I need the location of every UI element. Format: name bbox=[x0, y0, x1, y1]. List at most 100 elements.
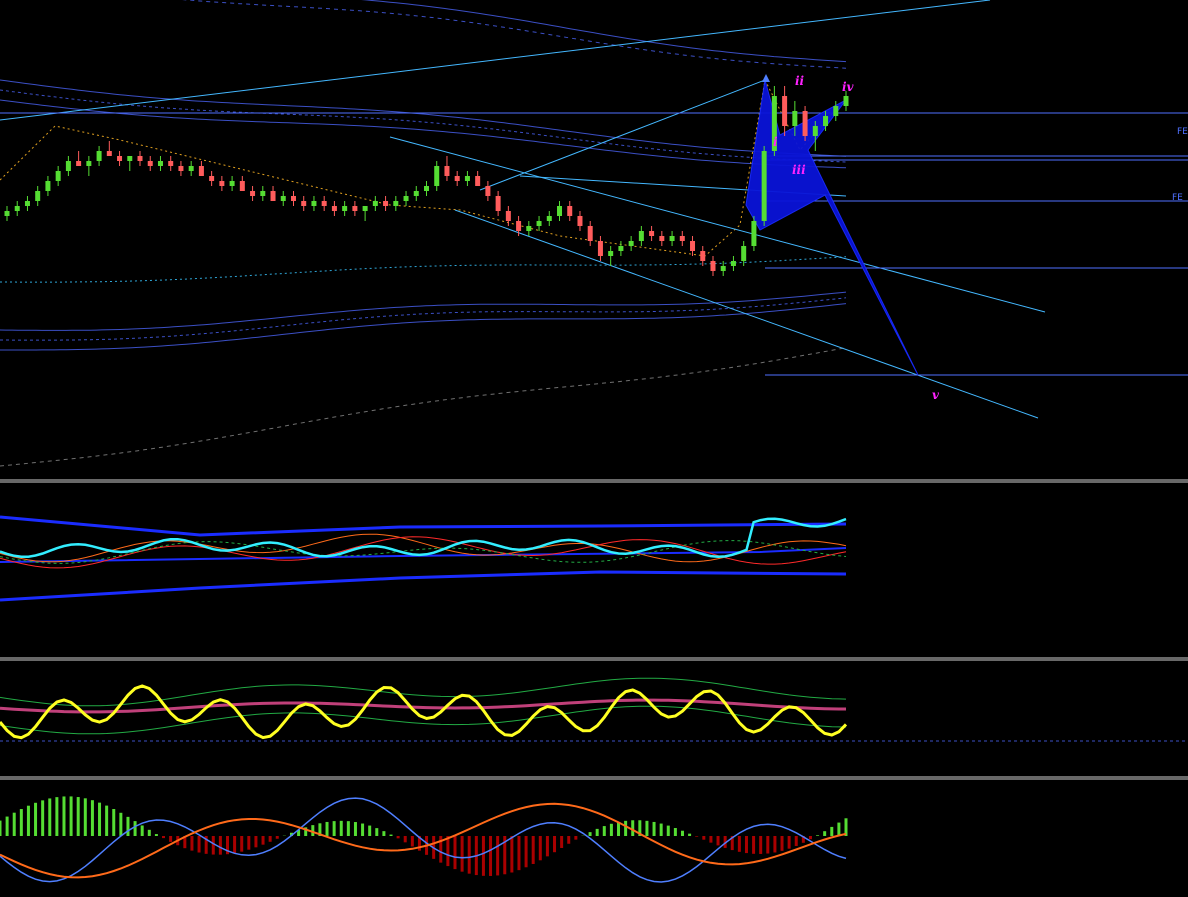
ma-band-line bbox=[0, 99, 847, 169]
macd-histogram-bar bbox=[560, 836, 564, 848]
candle-body bbox=[86, 161, 92, 166]
candle-body bbox=[597, 241, 603, 256]
candle-body bbox=[383, 201, 389, 206]
macd-histogram-bar bbox=[62, 796, 66, 836]
macd-histogram-bar bbox=[261, 836, 265, 845]
candle-body bbox=[761, 151, 767, 221]
macd-histogram-bar bbox=[780, 836, 784, 851]
macd-panel bbox=[0, 796, 848, 883]
macd-histogram-bar bbox=[688, 833, 692, 836]
wave-label-ii: ii bbox=[795, 74, 805, 88]
macd-histogram-bar bbox=[339, 820, 343, 836]
band-lower bbox=[0, 570, 847, 602]
channel-line bbox=[454, 209, 1039, 419]
fe-label: FE bbox=[1172, 193, 1183, 203]
macd-histogram-bar bbox=[680, 830, 684, 836]
macd-histogram-bar bbox=[332, 821, 336, 836]
price-panel bbox=[0, 0, 1188, 467]
macd-histogram-bar bbox=[105, 805, 109, 836]
macd-histogram-bar bbox=[609, 823, 613, 836]
macd-histogram-bar bbox=[695, 836, 699, 837]
macd-histogram-bar bbox=[744, 836, 748, 854]
macd-histogram-bar bbox=[794, 836, 798, 846]
macd-histogram-bar bbox=[382, 831, 386, 836]
macd-histogram-bar bbox=[823, 831, 827, 836]
fe-label: FE bbox=[1177, 127, 1188, 137]
candle-body bbox=[700, 251, 706, 261]
wave-label-v: v bbox=[932, 388, 940, 402]
ma-band-line bbox=[0, 303, 847, 351]
candle-body bbox=[649, 231, 655, 236]
candle-body bbox=[495, 196, 501, 211]
macd-histogram-bar bbox=[254, 836, 258, 848]
macd-histogram-bar bbox=[154, 834, 158, 836]
zigzag-line bbox=[0, 78, 847, 257]
macd-histogram-bar bbox=[524, 836, 528, 868]
macd-histogram-bar bbox=[119, 812, 123, 836]
macd-histogram-bar bbox=[162, 836, 166, 839]
trading-chart[interactable]: FE FE ii iv i iii v bbox=[0, 0, 1188, 897]
candle-body bbox=[55, 171, 61, 181]
rsi-panel bbox=[0, 677, 1188, 742]
candle-body bbox=[331, 206, 337, 211]
macd-histogram-bar bbox=[816, 835, 820, 836]
macd-histogram-bar bbox=[140, 825, 144, 836]
candle-body bbox=[792, 111, 798, 126]
macd-histogram-bar bbox=[752, 836, 756, 854]
candle-body bbox=[342, 206, 348, 211]
macd-histogram-bar bbox=[147, 829, 151, 836]
macd-histogram-bar bbox=[247, 836, 251, 850]
macd-histogram-bar bbox=[496, 836, 500, 876]
candle-body bbox=[168, 161, 174, 166]
macd-histogram-bar bbox=[574, 836, 578, 840]
candle-body bbox=[464, 176, 470, 181]
macd-histogram-bar bbox=[169, 836, 173, 842]
candle-body bbox=[424, 186, 429, 191]
ma-band-line bbox=[181, 0, 847, 69]
macd-histogram-bar bbox=[48, 798, 52, 836]
candle-body bbox=[516, 221, 522, 231]
candle-body bbox=[669, 236, 675, 241]
macd-histogram-bar bbox=[709, 836, 713, 843]
macd-histogram-bar bbox=[403, 836, 407, 843]
candle-body bbox=[812, 126, 818, 136]
candle-body bbox=[843, 96, 849, 106]
candle-body bbox=[393, 201, 399, 206]
macd-histogram-bar bbox=[510, 836, 514, 873]
wave-label-iv: iv bbox=[842, 80, 855, 94]
candle-body bbox=[587, 226, 593, 241]
candle-body bbox=[782, 96, 788, 126]
macd-histogram-bar bbox=[34, 802, 38, 836]
macd-histogram-bar bbox=[26, 805, 30, 836]
macd-histogram-bar bbox=[410, 836, 414, 847]
candle-body bbox=[290, 196, 296, 201]
candle-body bbox=[229, 181, 235, 186]
macd-histogram-bar bbox=[808, 836, 812, 840]
channel-line bbox=[389, 136, 1046, 313]
macd-histogram-bar bbox=[211, 836, 215, 855]
macd-histogram-bar bbox=[702, 836, 706, 840]
candle-body bbox=[710, 261, 716, 271]
candle-body bbox=[352, 206, 358, 211]
candle-body bbox=[454, 176, 460, 181]
candle-body bbox=[577, 216, 583, 226]
ma-band-line bbox=[0, 291, 847, 331]
wave-label-iii: iii bbox=[792, 163, 806, 177]
macd-histogram-bar bbox=[759, 836, 763, 854]
candle-body bbox=[198, 166, 204, 176]
macd-histogram-bar bbox=[737, 836, 741, 852]
harmonic-pattern bbox=[745, 79, 919, 376]
macd-histogram-bar bbox=[645, 820, 649, 836]
macd-histogram-bar bbox=[617, 822, 621, 836]
candle-body bbox=[638, 231, 644, 241]
candle-body bbox=[618, 246, 624, 251]
candle-body bbox=[475, 176, 481, 186]
ma-band-line bbox=[361, 0, 847, 63]
candle-body bbox=[117, 156, 123, 161]
macd-histogram-bar bbox=[396, 836, 400, 839]
macd-histogram-bar bbox=[353, 822, 357, 836]
candle-body bbox=[546, 216, 552, 221]
macd-histogram-bar bbox=[446, 836, 450, 867]
ma-band-line bbox=[0, 89, 847, 163]
macd-histogram-bar bbox=[460, 836, 464, 872]
